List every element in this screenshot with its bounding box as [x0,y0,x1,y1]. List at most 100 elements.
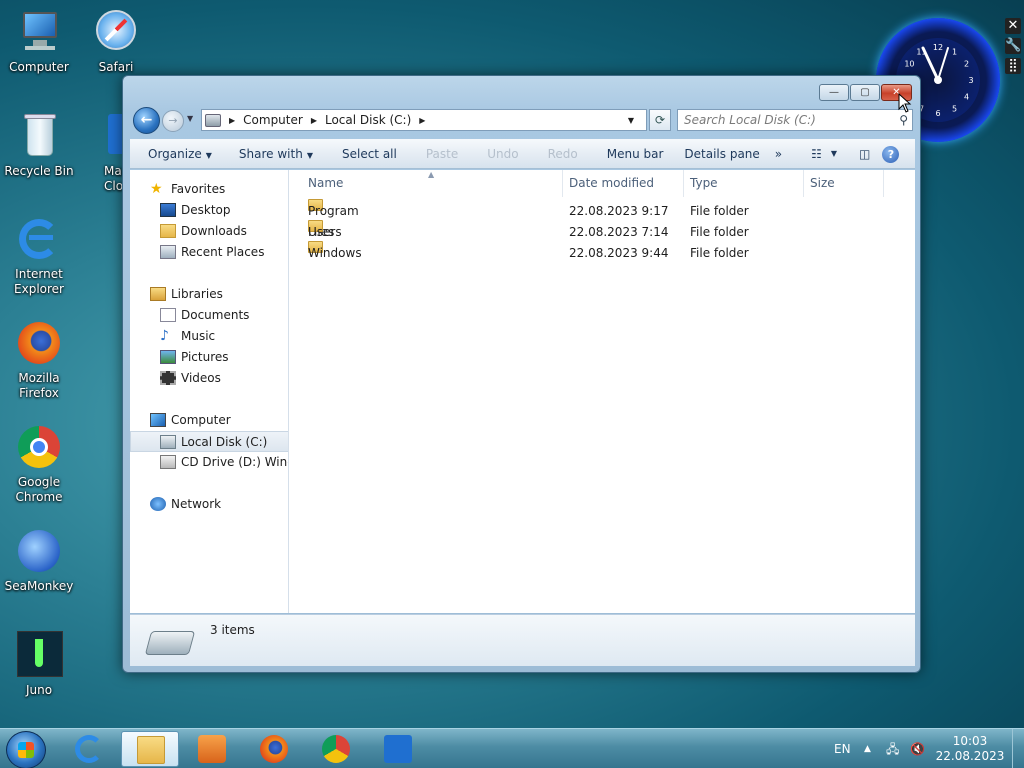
forward-button[interactable]: → [162,110,184,132]
file-date: 22.08.2023 9:17 [569,204,669,218]
volume-muted-icon[interactable]: 🔇 [910,729,925,768]
desktop-icon-label: Internet Explorer [14,267,64,296]
search-icon[interactable]: ⚲ [899,110,908,130]
column-header-name[interactable]: Name ▲ [290,170,563,197]
search-placeholder: Search Local Disk (C:) [684,113,816,127]
nav-documents[interactable]: Documents [130,305,288,326]
view-dropdown-icon[interactable]: ▼ [831,139,847,169]
search-input[interactable]: Search Local Disk (C:) ⚲ [677,109,913,131]
nav-local-disk[interactable]: Local Disk (C:) [130,431,288,452]
paste-button[interactable]: Paste [406,139,467,169]
drag-handle-icon[interactable]: ⣿ [1005,58,1021,74]
taskbar-firefox[interactable] [245,731,303,767]
table-row[interactable]: Program Files 22.08.2023 9:17 File folde… [290,199,890,239]
chevron-down-icon: ▼ [205,150,212,160]
nav-pictures[interactable]: Pictures [130,347,288,368]
taskbar-windows-explorer[interactable] [121,731,179,767]
desktop-icon-juno[interactable]: Juno [0,631,78,698]
desktop-icon-internet-explorer[interactable]: Internet Explorer [0,215,78,297]
computer-icon [150,412,166,427]
language-indicator[interactable]: EN [834,729,851,768]
organize-menu[interactable]: Organize ▼ [130,139,221,169]
maximize-button[interactable]: ▢ [850,84,880,101]
maxthon-icon [384,735,412,763]
seamonkey-icon [15,527,63,575]
minimize-button[interactable]: — [819,84,849,101]
clock-numeral: 1 [952,47,957,56]
start-button[interactable] [6,731,46,768]
share-with-menu[interactable]: Share with ▼ [221,139,322,169]
desktop-icon-label: Safari [98,60,134,74]
column-header-type[interactable]: Type [684,170,804,197]
menu-bar-button[interactable]: Menu bar [587,139,673,169]
nav-recent-places[interactable]: Recent Places [130,242,288,263]
table-row[interactable]: Users 22.08.2023 7:14 File folder [290,220,890,243]
nav-network[interactable]: Network [130,494,288,515]
back-button[interactable]: ← [133,107,160,134]
nav-label: Documents [181,308,250,322]
nav-label: Music [181,329,216,343]
desktop-icon-firefox[interactable]: Mozilla Firefox [0,319,78,401]
refresh-button[interactable]: ⟳ [649,109,671,131]
table-row[interactable]: Windows 22.08.2023 9:44 File folder [290,241,890,264]
recent-pages-dropdown-icon[interactable]: ▼ [187,114,193,123]
taskbar-maxthon[interactable] [369,731,427,767]
column-header-date-modified[interactable]: Date modified [563,170,684,197]
help-icon[interactable]: ? [882,139,900,169]
nav-label: Pictures [181,350,229,364]
address-bar[interactable]: ▶ Computer ▶ Local Disk (C:) ▶ ▼ [201,109,647,131]
desktop-icon-recycle-bin[interactable]: Recycle Bin [0,112,78,179]
firefox-icon [15,319,63,367]
drive-icon [205,113,221,127]
explorer-window: — ▢ ✕ ← → ▼ ▶ Computer ▶ Local Disk (C:)… [122,75,921,673]
nav-desktop[interactable]: Desktop [130,200,288,221]
nav-videos[interactable]: Videos [130,368,288,389]
change-view-icon[interactable]: ☷ [791,139,831,169]
juno-icon [15,631,63,679]
desktop-icon-safari[interactable]: Safari [77,8,155,75]
nav-music[interactable]: ♪ Music [130,326,288,347]
recent-places-icon [160,244,176,259]
breadcrumb-separator-icon[interactable]: ▶ [419,116,425,125]
select-all-button[interactable]: Select all [322,139,406,169]
nav-cd-drive[interactable]: CD Drive (D:) Windo [130,452,288,473]
taskbar-media-player[interactable] [183,731,241,767]
column-size-label: Size [810,176,835,190]
column-header-size[interactable]: Size [804,170,884,197]
more-commands-button[interactable]: » [769,139,791,169]
desktop-icon-computer[interactable]: Computer [0,8,78,75]
window-content: ★ Favorites Desktop Downloads Recent Plac… [130,170,915,613]
nav-downloads[interactable]: Downloads [130,221,288,242]
breadcrumb-computer[interactable]: Computer [243,113,303,127]
desktop-icon-chrome[interactable]: Google Chrome [0,423,78,505]
clock-numeral: 6 [935,109,940,118]
wrench-icon[interactable]: 🔧 [1005,38,1021,54]
undo-button[interactable]: Undo [467,139,527,169]
star-icon: ★ [150,180,163,197]
breadcrumb-separator-icon[interactable]: ▶ [311,116,317,125]
preview-pane-icon[interactable]: ◫ [847,139,882,169]
nav-libraries[interactable]: Libraries [130,284,288,305]
show-hidden-icons-icon[interactable]: ▲ [864,729,871,768]
windows-logo-icon [18,742,34,758]
taskbar: EN ▲ 🖧 🔇 10:03 22.08.2023 [0,728,1024,768]
network-tray-icon[interactable]: 🖧 [886,729,899,768]
nav-computer[interactable]: Computer [130,410,288,431]
show-desktop-button[interactable] [1012,729,1024,768]
desktop-icon-label: Computer [9,60,69,74]
breadcrumb-separator-icon[interactable]: ▶ [229,116,235,125]
file-list-pane: Name ▲ Date modified Type Size Program F… [290,170,915,613]
details-pane-button[interactable]: Details pane [672,139,768,169]
taskbar-chrome[interactable] [307,731,365,767]
redo-button[interactable]: Redo [528,139,587,169]
taskbar-internet-explorer[interactable] [60,731,118,767]
breadcrumb-local-disk[interactable]: Local Disk (C:) [325,113,411,127]
system-clock[interactable]: 10:03 22.08.2023 [930,734,1010,764]
music-icon: ♪ [160,327,169,344]
desktop-icon-seamonkey[interactable]: SeaMonkey [0,527,78,594]
chrome-icon [15,423,63,471]
close-gadget-icon[interactable]: ✕ [1005,18,1021,34]
address-dropdown-icon[interactable]: ▼ [628,116,634,125]
nav-favorites[interactable]: ★ Favorites [130,179,288,200]
recycle-bin-icon [15,112,63,160]
